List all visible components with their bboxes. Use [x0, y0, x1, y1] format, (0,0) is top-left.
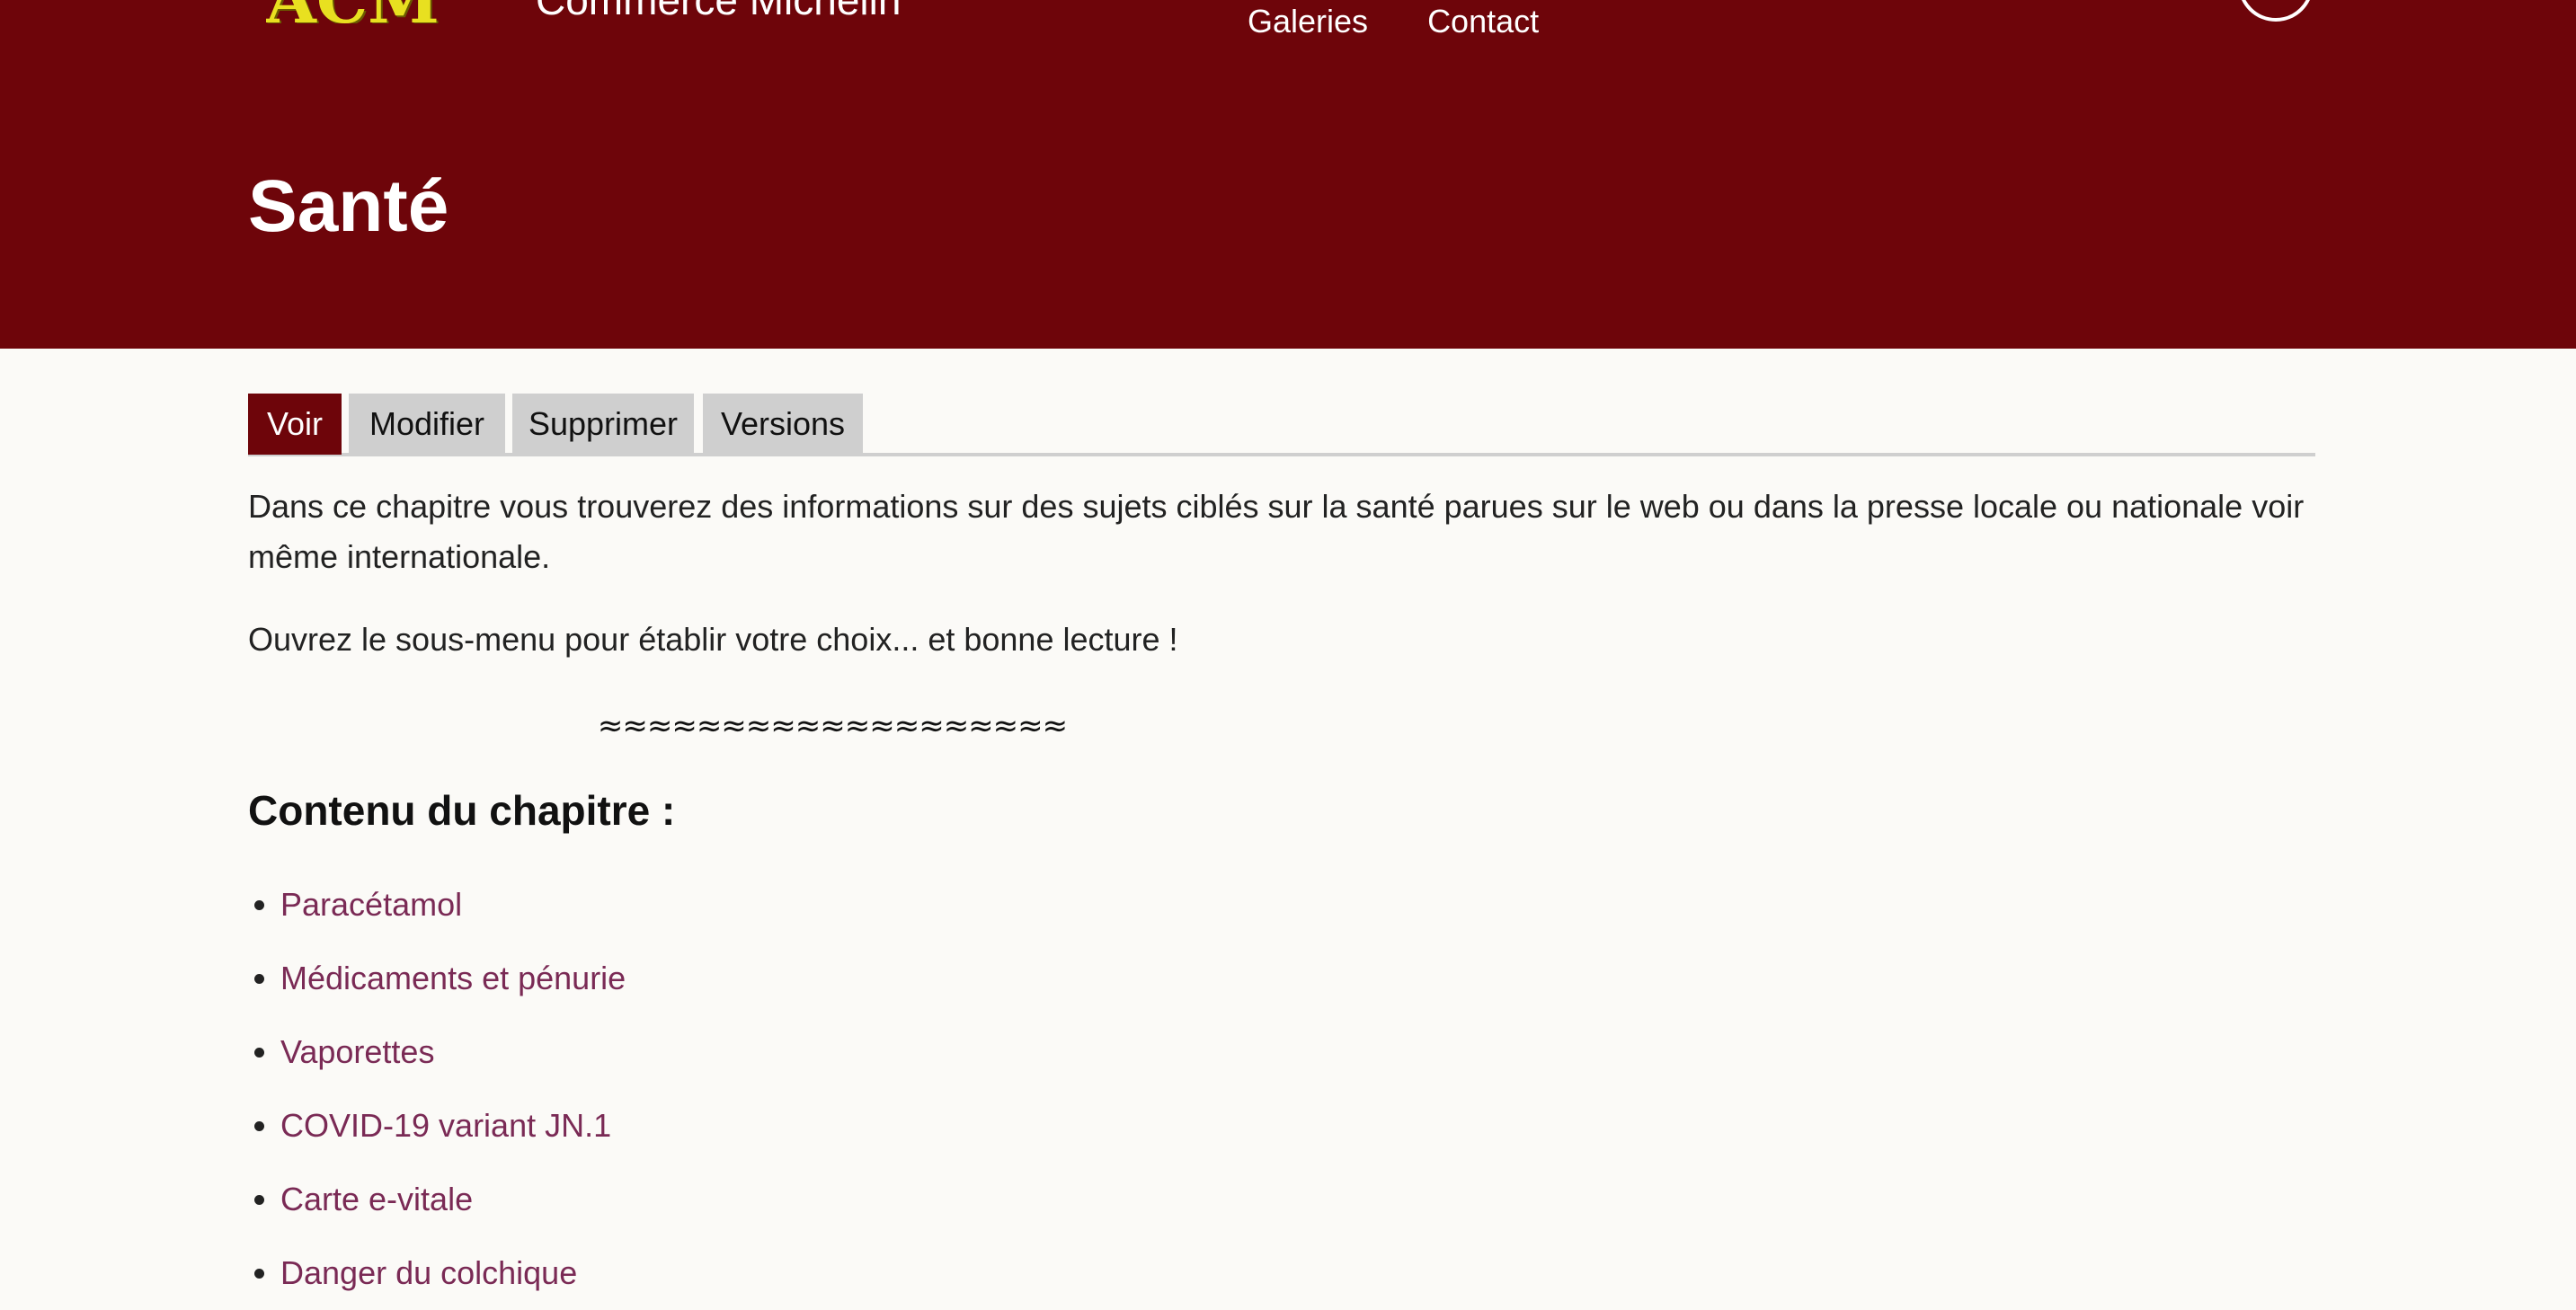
tab-voir[interactable]: Voir	[248, 394, 342, 455]
tab-versions[interactable]: Versions	[703, 394, 863, 455]
tab-modifier[interactable]: Modifier	[349, 394, 505, 455]
chapter-link-paracetamol[interactable]: Paracétamol	[280, 886, 462, 923]
chapter-link-covid[interactable]: COVID-19 variant JN.1	[280, 1107, 611, 1144]
page-title: Santé	[248, 165, 449, 247]
list-item: Vaporettes	[280, 1015, 626, 1089]
list-item: Danger du colchique	[280, 1236, 626, 1310]
instruction-paragraph: Ouvrez le sous-menu pour établir votre c…	[248, 621, 1178, 658]
nav-item-galeries[interactable]: Galeries	[1248, 2, 1368, 41]
chapter-link-carte-vitale[interactable]: Carte e-vitale	[280, 1181, 473, 1217]
list-item: Paracétamol	[280, 868, 626, 942]
site-logo[interactable]: ACM	[266, 0, 518, 23]
intro-paragraph: Dans ce chapitre vous trouverez des info…	[248, 488, 2305, 575]
list-item: Médicaments et pénurie	[280, 942, 626, 1015]
main-navigation: Galeries Contact	[1248, 2, 1539, 41]
site-header: ACM Commerce Michelin Galeries Contact S…	[0, 0, 2576, 349]
main-content: Dans ce chapitre vous trouverez des info…	[248, 482, 2315, 1291]
chapter-link-vaporettes[interactable]: Vaporettes	[280, 1033, 434, 1070]
chapter-link-colchique[interactable]: Danger du colchique	[280, 1254, 577, 1291]
separator-line: ≈≈≈≈≈≈≈≈≈≈≈≈≈≈≈≈≈≈≈	[597, 708, 1068, 744]
local-tasks-tabs: Voir Modifier Supprimer Versions	[248, 394, 2315, 456]
search-icon[interactable]	[2238, 0, 2314, 22]
site-name-link[interactable]: Commerce Michelin	[536, 0, 901, 27]
tab-supprimer[interactable]: Supprimer	[512, 394, 694, 455]
nav-item-contact[interactable]: Contact	[1427, 2, 1539, 41]
list-item: COVID-19 variant JN.1	[280, 1089, 626, 1163]
section-title: Contenu du chapitre :	[248, 787, 676, 834]
list-item: Carte e-vitale	[280, 1163, 626, 1236]
chapter-link-medicaments[interactable]: Médicaments et pénurie	[280, 960, 626, 996]
chapter-list: Paracétamol Médicaments et pénurie Vapor…	[280, 868, 626, 1310]
